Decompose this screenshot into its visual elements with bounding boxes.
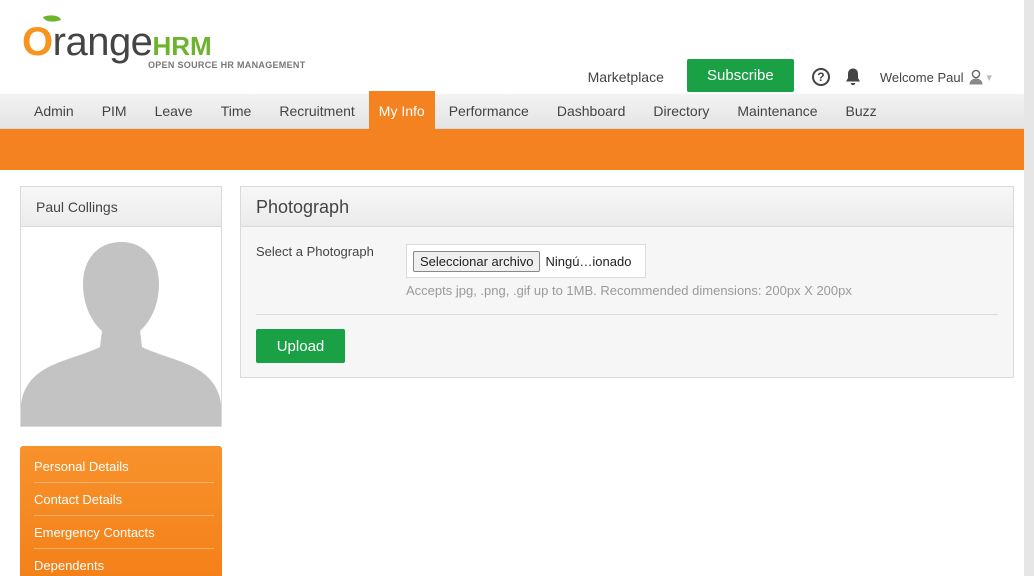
side-item-contact-details[interactable]: Contact Details (34, 483, 214, 516)
panel-title: Photograph (241, 187, 1013, 227)
welcome-menu[interactable]: Welcome Paul ▾ (880, 69, 992, 85)
choose-file-button[interactable]: Seleccionar archivo (413, 250, 541, 272)
side-item-emergency-contacts[interactable]: Emergency Contacts (34, 516, 214, 549)
nav-item-pim[interactable]: PIM (88, 94, 141, 129)
user-icon (969, 69, 983, 85)
chevron-down-icon: ▾ (986, 71, 992, 84)
photograph-file-input[interactable]: Seleccionar archivo Ningú…ionado (406, 244, 646, 278)
side-item-personal-details[interactable]: Personal Details (34, 450, 214, 483)
welcome-text: Welcome Paul (879, 69, 964, 85)
nav-item-admin[interactable]: Admin (20, 94, 88, 129)
nav-item-time[interactable]: Time (207, 94, 266, 129)
subscribe-button[interactable]: Subscribe (686, 58, 794, 92)
nav-item-dashboard[interactable]: Dashboard (543, 94, 640, 129)
vertical-scrollbar[interactable] (1024, 0, 1034, 576)
profile-name: Paul Collings (21, 187, 221, 227)
profile-photo[interactable] (21, 228, 221, 426)
photograph-field-label: Select a Photograph (256, 244, 374, 259)
header: OrangeHRM OPEN SOURCE HR MANAGEMENT Mark… (0, 0, 1024, 94)
logo-tagline: OPEN SOURCE HR MANAGEMENT (148, 60, 306, 70)
main-nav: Admin PIM Leave Time Recruitment My Info… (0, 91, 1024, 129)
nav-item-maintenance[interactable]: Maintenance (723, 94, 831, 129)
orangehrm-logo[interactable]: OrangeHRM OPEN SOURCE HR MANAGEMENT (22, 11, 322, 72)
upload-button[interactable]: Upload (256, 329, 345, 363)
nav-item-my-info[interactable]: My Info (368, 91, 435, 129)
divider (256, 314, 998, 315)
nav-item-directory[interactable]: Directory (639, 94, 723, 129)
side-menu: Personal Details Contact Details Emergen… (20, 446, 222, 576)
profile-card: Paul Collings (20, 186, 222, 427)
notification-bell-icon[interactable] (844, 67, 862, 87)
nav-item-leave[interactable]: Leave (141, 94, 207, 129)
submenu-bar (0, 129, 1024, 170)
nav-item-buzz[interactable]: Buzz (832, 94, 891, 129)
file-status: Ningú…ionado (545, 253, 632, 269)
upload-hint: Accepts jpg, .png, .gif up to 1MB. Recom… (406, 283, 852, 298)
top-links: Marketplace Subscribe ? Welcome Paul ▾ (588, 58, 992, 92)
help-icon[interactable]: ? (811, 68, 830, 86)
marketplace-link[interactable]: Marketplace (588, 69, 664, 85)
side-item-dependents[interactable]: Dependents (34, 549, 214, 576)
photograph-panel: Photograph Select a Photograph Seleccion… (240, 186, 1014, 378)
nav-item-recruitment[interactable]: Recruitment (265, 94, 368, 129)
nav-item-performance[interactable]: Performance (435, 94, 543, 129)
